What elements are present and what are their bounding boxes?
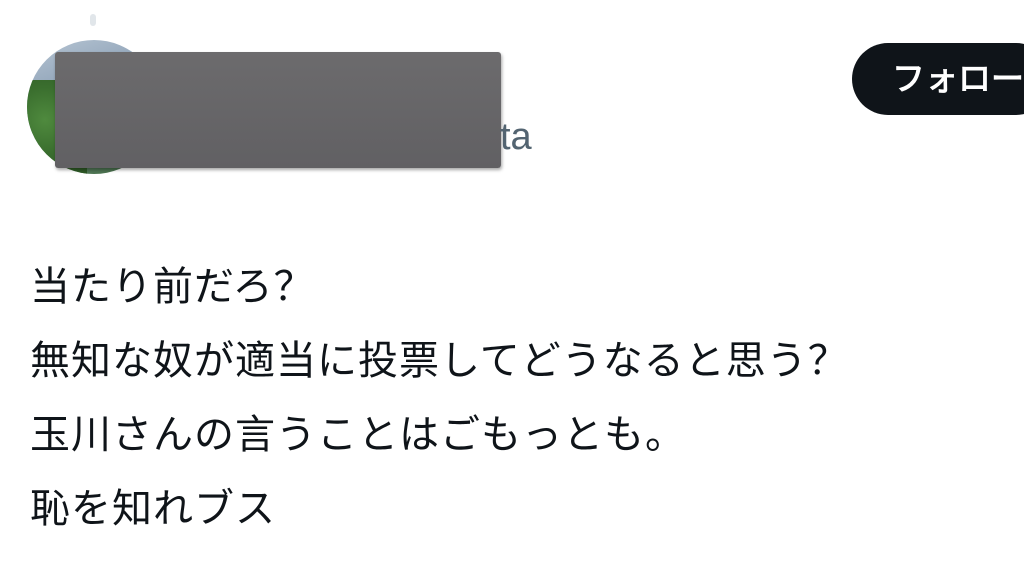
tweet-text: 当たり前だろ？ 無知な奴が適当に投票してどうなると思う？ 玉川さんの言うことはご… <box>30 250 1020 546</box>
author-handle[interactable]: ta <box>500 112 532 162</box>
follow-button[interactable]: フォロー <box>852 43 1024 115</box>
tweet-text-line: 無知な奴が適当に投票してどうなると思う？ <box>30 338 849 384</box>
tweet-text-line: 玉川さんの言うことはごもっとも。 <box>30 412 686 458</box>
redacted-author-name <box>55 52 501 168</box>
scroll-indicator <box>90 14 96 26</box>
tweet-text-line: 恥を知れブス <box>30 486 276 532</box>
tweet-text-line: 当たり前だろ？ <box>30 264 315 310</box>
